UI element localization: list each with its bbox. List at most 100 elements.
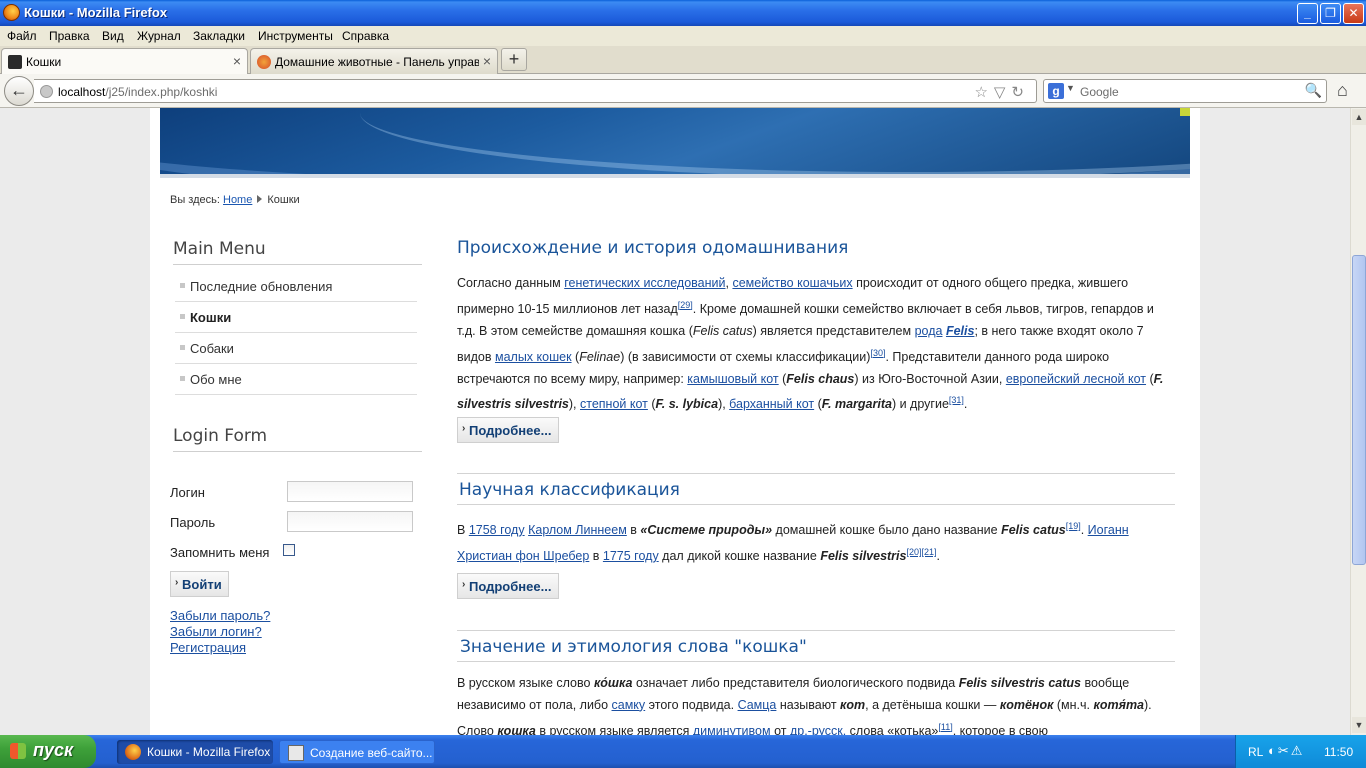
vertical-scrollbar[interactable]: ▲ ▼: [1350, 108, 1366, 735]
main-menu-title: Main Menu: [173, 239, 266, 259]
password-label: Пароль: [170, 515, 216, 530]
tab-close-icon[interactable]: ×: [483, 53, 491, 69]
forgot-password-link[interactable]: Забыли пароль?: [170, 608, 270, 623]
menu-bookmarks[interactable]: Закладки: [193, 29, 245, 43]
menu-help[interactable]: Справка: [342, 29, 389, 43]
menu-item-latest[interactable]: Последние обновления: [175, 271, 417, 302]
citation-link[interactable]: [19]: [1066, 521, 1081, 531]
login-button-label: Войти: [182, 577, 222, 592]
citation-link[interactable]: [20][21]: [906, 547, 936, 557]
article-link[interactable]: степной кот: [580, 397, 648, 411]
article-link[interactable]: самку: [612, 698, 646, 712]
article-link[interactable]: 1775 году: [603, 549, 659, 563]
article-title[interactable]: Значение и этимология слова "кошка": [460, 637, 807, 657]
menu-history[interactable]: Журнал: [137, 29, 181, 43]
article-link[interactable]: диминутивом: [693, 724, 771, 735]
chevron-right-icon: ›: [462, 423, 466, 434]
article-link[interactable]: Felis: [946, 324, 975, 338]
article-link[interactable]: барханный кот: [729, 397, 814, 411]
menu-item-dogs[interactable]: Собаки: [175, 333, 417, 364]
google-engine-icon[interactable]: g: [1048, 83, 1064, 99]
breadcrumb-current: Кошки: [267, 194, 300, 206]
password-field[interactable]: [287, 511, 413, 532]
article-divider: [457, 661, 1175, 662]
breadcrumb-arrow-icon: [257, 195, 263, 203]
joomla-admin-favicon-icon: [257, 55, 271, 69]
maximize-button[interactable]: ❐: [1320, 3, 1341, 24]
start-button[interactable]: пуск: [0, 735, 96, 768]
read-more-button[interactable]: › Подробнее...: [457, 573, 559, 599]
windows-logo-icon: [10, 743, 26, 759]
page-container: Вы здесь: Home Кошки Main Menu Последние …: [150, 108, 1200, 735]
article-link[interactable]: 1758 году: [469, 523, 525, 537]
navigation-bar: localhost/j25/index.php/koshki ☆▽↻ ← g ▼…: [0, 74, 1366, 108]
bullet-icon: [180, 283, 185, 288]
article-intro: Согласно данным генетических исследовани…: [457, 276, 1164, 412]
clock[interactable]: 11:50: [1324, 745, 1353, 759]
search-input[interactable]: Google: [1080, 85, 1119, 99]
chevron-right-icon: ›: [462, 579, 466, 590]
close-window-button[interactable]: ✕: [1343, 3, 1364, 24]
menu-file[interactable]: Файл: [7, 29, 37, 43]
article-link[interactable]: др.-русск.: [790, 724, 846, 735]
citation-link[interactable]: [11]: [938, 722, 952, 732]
article-title[interactable]: Происхождение и история одомашнивания: [457, 238, 848, 258]
tab-admin-panel[interactable]: Домашние животные - Панель управл... ×: [250, 48, 498, 74]
start-label: пуск: [33, 740, 74, 760]
breadcrumb: Вы здесь: Home Кошки: [170, 194, 300, 206]
menu-view[interactable]: Вид: [102, 29, 124, 43]
menu-item-label: Кошки: [190, 310, 232, 325]
tab-koshki[interactable]: Кошки ×: [1, 48, 248, 75]
engine-dropdown-icon[interactable]: ▼: [1066, 83, 1075, 93]
new-tab-button[interactable]: +: [501, 48, 527, 71]
menu-edit[interactable]: Правка: [49, 29, 90, 43]
article-link[interactable]: малых кошек: [495, 350, 572, 364]
site-identity-icon[interactable]: [40, 85, 53, 98]
menu-tools[interactable]: Инструменты: [258, 29, 333, 43]
citation-link[interactable]: [30]: [870, 348, 885, 358]
register-link[interactable]: Регистрация: [170, 640, 246, 655]
article-link[interactable]: рода: [915, 324, 943, 338]
tab-label: Кошки: [26, 55, 62, 69]
username-field[interactable]: [287, 481, 413, 502]
username-label: Логин: [170, 485, 205, 500]
scroll-thumb[interactable]: [1352, 255, 1366, 565]
article-title[interactable]: Научная классификация: [459, 480, 680, 500]
read-more-label: Подробнее...: [469, 423, 552, 438]
login-form-title: Login Form: [173, 426, 268, 446]
back-button[interactable]: ←: [4, 76, 34, 106]
minimize-button[interactable]: _: [1297, 3, 1318, 24]
tab-close-icon[interactable]: ×: [233, 53, 241, 69]
language-indicator[interactable]: RL: [1248, 745, 1263, 759]
search-icon[interactable]: 🔍: [1305, 82, 1322, 99]
breadcrumb-home-link[interactable]: Home: [223, 194, 252, 206]
scroll-up-icon[interactable]: ▲: [1352, 109, 1366, 125]
remember-checkbox[interactable]: [283, 544, 295, 556]
forgot-login-link[interactable]: Забыли логин?: [170, 624, 262, 639]
article-link[interactable]: камышовый кот: [687, 372, 778, 386]
scroll-down-icon[interactable]: ▼: [1352, 717, 1366, 733]
tray-icons[interactable]: ◐✂⚠: [1268, 743, 1304, 759]
menu-item-cats[interactable]: Кошки: [175, 302, 417, 333]
menu-item-about[interactable]: Обо мне: [175, 364, 417, 395]
window-titlebar: Кошки - Mozilla Firefox _ ❐ ✕: [0, 0, 1366, 26]
article-link[interactable]: Карлом Линнеем: [528, 523, 627, 537]
tab-label: Домашние животные - Панель управл...: [275, 55, 479, 69]
article-link[interactable]: европейский лесной кот: [1006, 372, 1146, 386]
article-link[interactable]: генетических исследований: [564, 276, 725, 290]
citation-link[interactable]: [29]: [678, 300, 693, 310]
article-link[interactable]: семейство кошачьих: [732, 276, 852, 290]
citation-link[interactable]: [31]: [949, 395, 964, 405]
taskbar-item-firefox[interactable]: Кошки - Mozilla Firefox: [117, 740, 273, 764]
read-more-button[interactable]: › Подробнее...: [457, 417, 559, 443]
url-bar[interactable]: localhost/j25/index.php/koshki ☆▽↻: [34, 79, 1037, 103]
article-link[interactable]: Самца: [738, 698, 777, 712]
home-button[interactable]: ⌂: [1337, 80, 1348, 101]
url-actions-icon[interactable]: ☆▽↻: [974, 83, 1030, 101]
taskbar-item-editor[interactable]: Создание веб-сайто...: [279, 740, 435, 764]
url-text[interactable]: localhost/j25/index.php/koshki: [58, 85, 217, 99]
login-button[interactable]: › Войти: [170, 571, 229, 597]
remember-label: Запомнить меня: [170, 545, 270, 560]
search-bar[interactable]: g ▼ Google 🔍: [1043, 79, 1327, 103]
article-divider: [457, 473, 1175, 474]
